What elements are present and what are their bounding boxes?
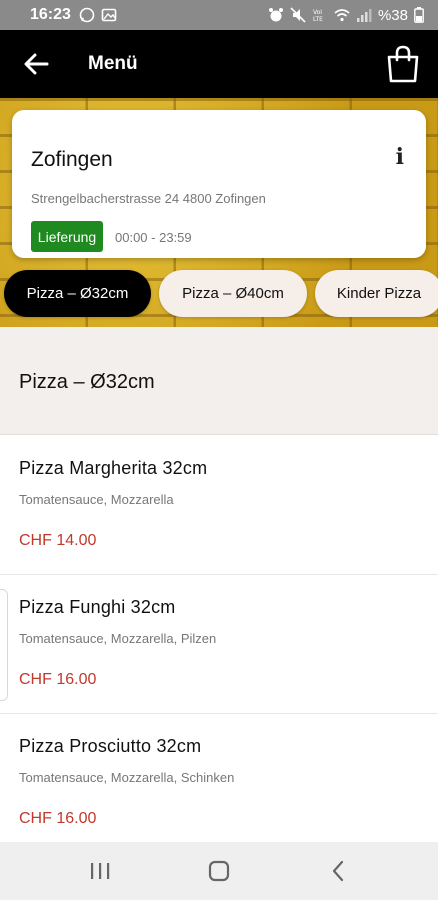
app-bar: Menü: [0, 30, 438, 98]
product-price: CHF 14.00: [19, 532, 97, 549]
svg-text:VoI: VoI: [313, 9, 322, 16]
store-hours: 00:00 - 23:59: [115, 230, 192, 245]
signal-icon: [356, 9, 372, 22]
product-name: Pizza Margherita 32cm: [19, 458, 208, 478]
product-description: Tomatensauce, Mozzarella, Pilzen: [19, 631, 217, 646]
cart-button[interactable]: [386, 44, 420, 84]
nav-back-button[interactable]: [308, 842, 368, 900]
product-item[interactable]: Pizza Margherita 32cm Tomatensauce, Mozz…: [0, 436, 438, 575]
home-button[interactable]: [189, 842, 249, 900]
product-description: Tomatensauce, Mozzarella, Schinken: [19, 770, 235, 785]
tab-pizza-40cm[interactable]: Pizza – Ø40cm: [159, 270, 307, 317]
category-tabs: Pizza – Ø32cm Pizza – Ø40cm Kinder Pizza: [4, 270, 438, 317]
wifi-icon: [334, 9, 350, 22]
store-name: Zofingen: [31, 148, 113, 171]
status-bar: 16:23 VoI LTE %38: [0, 0, 438, 30]
back-button[interactable]: [6, 30, 66, 98]
system-nav-bar: [0, 842, 438, 900]
recents-icon: [90, 863, 109, 879]
battery-icon: [414, 7, 424, 23]
product-item[interactable]: Pizza Funghi 32cm Tomatensauce, Mozzarel…: [0, 575, 438, 714]
whatsapp-icon: [79, 7, 95, 23]
product-item[interactable]: Pizza Prosciutto 32cm Tomatensauce, Mozz…: [0, 714, 438, 842]
battery-percent: %38: [377, 6, 408, 24]
store-card: Zofingen i Strengelbacherstrasse 24 4800…: [12, 110, 426, 258]
product-price: CHF 16.00: [19, 671, 97, 688]
product-name: Pizza Funghi 32cm: [19, 597, 176, 617]
home-icon: [208, 860, 230, 882]
gallery-icon: [101, 8, 117, 22]
volte-icon: VoILTE: [313, 9, 323, 23]
svg-text:LTE: LTE: [313, 16, 323, 23]
tab-pizza-32cm[interactable]: Pizza – Ø32cm: [4, 270, 151, 317]
tab-kinder-pizza[interactable]: Kinder Pizza: [315, 270, 438, 317]
info-icon[interactable]: i: [396, 144, 404, 170]
section-title: Pizza – Ø32cm: [19, 371, 155, 393]
page-title: Menü: [88, 53, 138, 74]
section-header: Pizza – Ø32cm: [0, 327, 438, 435]
status-time: 16:23: [30, 6, 71, 23]
recents-button[interactable]: [70, 842, 130, 900]
store-hero-banner: Zofingen i Strengelbacherstrasse 24 4800…: [0, 98, 438, 327]
product-price: CHF 16.00: [19, 810, 97, 827]
side-panel-handle[interactable]: [0, 589, 8, 701]
arrow-left-icon: [24, 53, 49, 75]
delivery-badge: Lieferung: [31, 221, 103, 252]
mute-icon: [290, 7, 306, 23]
product-name: Pizza Prosciutto 32cm: [19, 736, 202, 756]
alarm-icon: [268, 8, 283, 22]
store-address: Strengelbacherstrasse 24 4800 Zofingen: [31, 191, 266, 206]
product-description: Tomatensauce, Mozzarella: [19, 492, 174, 507]
shopping-bag-icon: [387, 45, 419, 83]
nav-back-icon: [333, 860, 344, 882]
